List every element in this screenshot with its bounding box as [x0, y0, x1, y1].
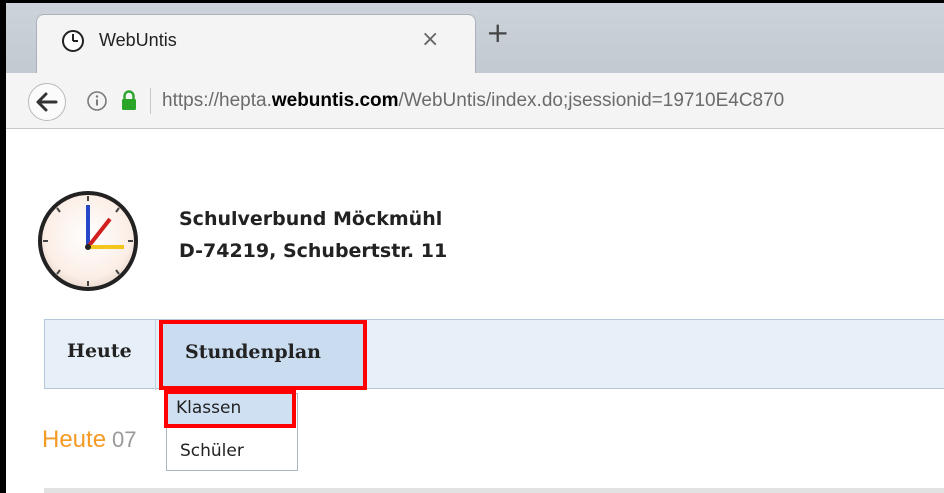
close-tab-icon[interactable]: × — [421, 27, 439, 52]
lock-icon[interactable] — [120, 89, 138, 111]
menu-item-heute[interactable]: Heute — [67, 340, 132, 362]
navigation-bar: https://hepta.webuntis.com/WebUntis/inde… — [6, 73, 944, 129]
new-tab-button[interactable]: + — [486, 19, 509, 47]
clock-icon — [62, 30, 84, 52]
dropdown-item-klassen-label: Klassen — [176, 398, 242, 418]
info-icon[interactable] — [86, 90, 108, 112]
content-divider — [44, 488, 944, 493]
tab-title: WebUntis — [99, 30, 177, 50]
frame-border-top — [0, 0, 944, 3]
page-content: Schulverbund Möckmühl D-74219, Schuberts… — [6, 130, 944, 493]
dropdown-item-schueler-label: Schüler — [180, 441, 244, 461]
menu-item-stundenplan-label: Stundenplan — [185, 341, 321, 363]
frame-border-left — [0, 0, 6, 493]
menu-divider — [155, 320, 156, 390]
stundenplan-dropdown: Klassen Schüler — [164, 390, 298, 471]
page-date: 07 — [112, 427, 137, 452]
back-button[interactable] — [28, 83, 66, 121]
page-title: Heute 07 — [42, 426, 137, 454]
clock-logo — [38, 191, 138, 291]
menu-item-stundenplan[interactable]: Stundenplan — [159, 320, 367, 390]
main-menu: Heute Stundenplan — [44, 319, 944, 390]
url-prefix: https://hepta. — [162, 90, 272, 111]
url-domain: webuntis.com — [271, 90, 399, 111]
page-title-text: Heute — [42, 426, 107, 453]
url-text[interactable]: https://hepta.webuntis.com/WebUntis/inde… — [162, 90, 784, 112]
dropdown-item-klassen[interactable]: Klassen — [164, 390, 296, 428]
dropdown-item-schueler[interactable]: Schüler — [167, 434, 297, 470]
back-arrow-icon — [36, 92, 58, 112]
school-name: Schulverbund Möckmühl — [179, 208, 443, 230]
address-bar[interactable]: https://hepta.webuntis.com/WebUntis/inde… — [76, 84, 944, 120]
school-address: D-74219, Schubertstr. 11 — [179, 240, 448, 262]
url-divider — [150, 88, 151, 114]
browser-tab[interactable]: WebUntis × — [36, 14, 476, 76]
screenshot-frame: WebUntis × + https://hepta.webuntis.com/… — [0, 0, 944, 493]
tab-strip: WebUntis × + — [6, 3, 944, 76]
url-path: /WebUntis/index.do;jsessionid=19710E4C87… — [398, 90, 785, 111]
